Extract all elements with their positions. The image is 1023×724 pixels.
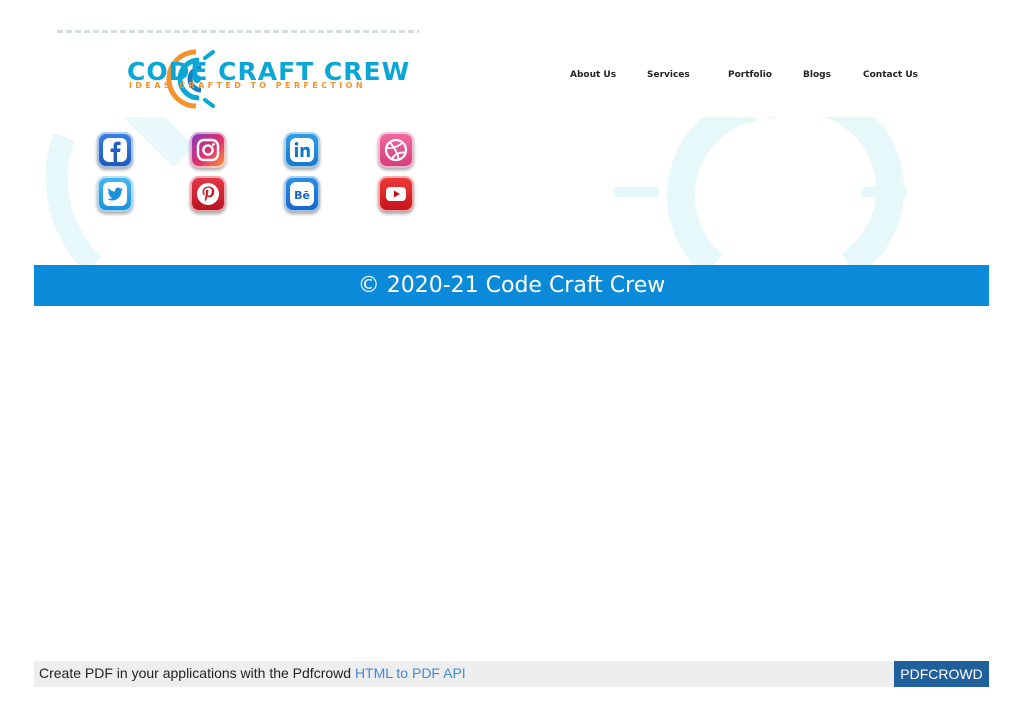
pdfcrowd-message: Create PDF in your applications with the… — [39, 665, 355, 681]
svg-text:Bē: Bē — [294, 189, 310, 202]
linkedin-button[interactable] — [284, 132, 320, 168]
twitter-button[interactable] — [97, 176, 133, 212]
footer-copyright-bar: © 2020-21 Code Craft Crew — [34, 265, 989, 306]
youtube-button[interactable] — [378, 176, 414, 212]
dribbble-icon — [384, 138, 408, 162]
hero-section — [34, 117, 989, 265]
brand-tagline: IDEAS CRAFTED TO PERFECTION — [129, 81, 366, 90]
linkedin-icon — [290, 138, 314, 162]
faint-top-strip — [57, 30, 419, 33]
youtube-icon — [386, 187, 406, 201]
nav-blogs[interactable]: Blogs — [803, 70, 831, 80]
pdfcrowd-text: Create PDF in your applications with the… — [39, 665, 466, 681]
nav-about-us[interactable]: About Us — [570, 70, 616, 80]
pdfcrowd-api-link[interactable]: HTML to PDF API — [355, 665, 466, 681]
facebook-button[interactable] — [97, 132, 133, 168]
copyright-text: © 2020-21 Code Craft Crew — [357, 273, 666, 298]
behance-icon: Bē — [290, 182, 314, 206]
pinterest-button[interactable] — [190, 176, 226, 212]
nav-services[interactable]: Services — [647, 70, 690, 80]
behance-button[interactable]: Bē — [284, 176, 320, 212]
pdfcrowd-brand-button[interactable]: PDFCROWD — [894, 661, 989, 687]
instagram-button[interactable] — [190, 132, 226, 168]
pdfcrowd-banner: Create PDF in your applications with the… — [34, 661, 989, 687]
pinterest-icon — [197, 183, 219, 205]
nav-portfolio[interactable]: Portfolio — [728, 70, 772, 80]
twitter-icon — [103, 182, 127, 206]
dribbble-button[interactable] — [378, 132, 414, 168]
facebook-icon — [103, 138, 127, 163]
instagram-icon — [196, 138, 220, 162]
nav-contact-us[interactable]: Contact Us — [863, 70, 918, 80]
hero-background-decoration — [45, 117, 907, 265]
